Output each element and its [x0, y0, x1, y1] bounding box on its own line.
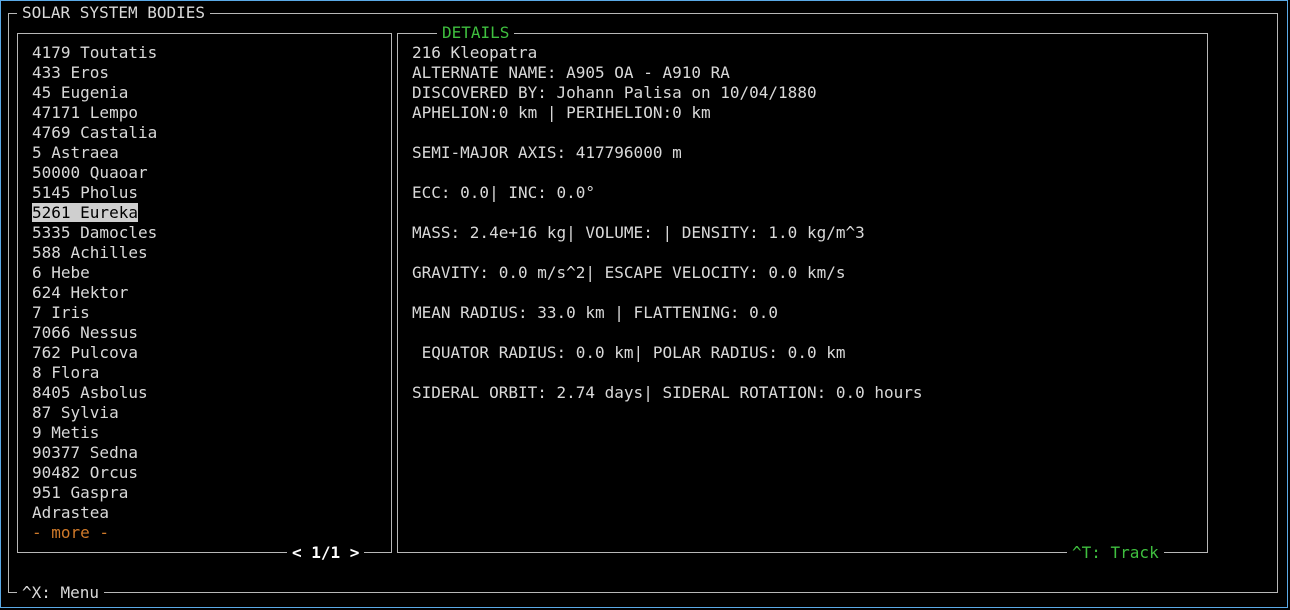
ecc-inc: ECC: 0.0| INC: 0.0° [412, 183, 596, 202]
list-item-label: 87 Sylvia [32, 403, 119, 422]
list-item-label: 90482 Orcus [32, 463, 138, 482]
list-item-label: 5335 Damocles [32, 223, 158, 242]
list-item[interactable]: 8 Flora [32, 363, 157, 383]
list-item[interactable]: 5261 Eureka [32, 203, 157, 223]
mass-volume-density: MASS: 2.4e+16 kg| VOLUME: | DENSITY: 1.0… [412, 223, 865, 242]
list-item-label: 951 Gaspra [32, 483, 129, 502]
list-item[interactable]: 588 Achilles [32, 243, 157, 263]
menu-hint[interactable]: ^X: Menu [17, 583, 105, 603]
list-item[interactable]: 624 Hektor [32, 283, 157, 303]
details-content: 216 Kleopatra ALTERNATE NAME: A905 OA - … [412, 43, 923, 403]
list-item-label: 5 Astraea [32, 143, 119, 162]
list-item-label: 7 Iris [32, 303, 90, 322]
list-item[interactable]: 5145 Pholus [32, 183, 157, 203]
semi-major-axis: SEMI-MAJOR AXIS: 417796000 m [412, 143, 682, 162]
more-indicator[interactable]: - more - [27, 523, 115, 543]
list-item[interactable]: 5 Astraea [32, 143, 157, 163]
list-item-label: 90377 Sedna [32, 443, 138, 462]
list-item[interactable]: 5335 Damocles [32, 223, 157, 243]
list-item[interactable]: 433 Eros [32, 63, 157, 83]
pager[interactable]: < 1/1 > [287, 543, 365, 563]
list-item-label: 433 Eros [32, 63, 110, 82]
alternate-name: ALTERNATE NAME: A905 OA - A910 RA [412, 63, 730, 82]
list-item-label: 7066 Nessus [32, 323, 138, 342]
equator-polar-radius: EQUATOR RADIUS: 0.0 km| POLAR RADIUS: 0.… [412, 343, 846, 362]
bodies-list: 4179 Toutatis 433 Eros 45 Eugenia 47171 Lem… [32, 43, 157, 523]
list-item[interactable]: 87 Sylvia [32, 403, 157, 423]
list-item-label: 8405 Asbolus [32, 383, 148, 402]
list-item[interactable]: 4769 Castalia [32, 123, 157, 143]
list-item-label: 5261 Eureka [32, 203, 138, 222]
list-item-label: 588 Achilles [32, 243, 148, 262]
list-item-label: 762 Pulcova [32, 343, 138, 362]
list-item-label: 4179 Toutatis [32, 43, 158, 62]
list-item-label: 8 Flora [32, 363, 100, 382]
list-item[interactable]: 6 Hebe [32, 263, 157, 283]
list-item[interactable]: 45 Eugenia [32, 83, 157, 103]
list-item[interactable]: 90482 Orcus [32, 463, 157, 483]
gravity-escape-velocity: GRAVITY: 0.0 m/s^2| ESCAPE VELOCITY: 0.0… [412, 263, 846, 282]
sideral-orbit-rotation: SIDERAL ORBIT: 2.74 days| SIDERAL ROTATI… [412, 383, 923, 402]
body-name: 216 Kleopatra [412, 43, 538, 62]
mean-radius-flattening: MEAN RADIUS: 33.0 km | FLATTENING: 0.0 [412, 303, 779, 322]
list-item[interactable]: Adrastea [32, 503, 157, 523]
list-item-label: 6 Hebe [32, 263, 90, 282]
list-item[interactable]: 762 Pulcova [32, 343, 157, 363]
list-item[interactable]: 47171 Lempo [32, 103, 157, 123]
list-item[interactable]: 90377 Sedna [32, 443, 157, 463]
list-item-label: 4769 Castalia [32, 123, 158, 142]
list-item[interactable]: 8405 Asbolus [32, 383, 157, 403]
list-item[interactable]: 50000 Quaoar [32, 163, 157, 183]
list-item-label: 9 Metis [32, 423, 100, 442]
list-item-label: Adrastea [32, 503, 110, 522]
discovered-by: DISCOVERED BY: Johann Palisa on 10/04/18… [412, 83, 817, 102]
list-item-label: 624 Hektor [32, 283, 129, 302]
details-title: DETAILS [437, 23, 515, 43]
list-item[interactable]: 951 Gaspra [32, 483, 157, 503]
track-hint[interactable]: ^T: Track [1067, 543, 1164, 563]
list-item[interactable]: 9 Metis [32, 423, 157, 443]
list-item-label: 5145 Pholus [32, 183, 138, 202]
aphelion-perihelion: APHELION:0 km | PERIHELION:0 km [412, 103, 711, 122]
app-title: SOLAR SYSTEM BODIES [17, 3, 211, 23]
list-item-label: 50000 Quaoar [32, 163, 148, 182]
list-item[interactable]: 7066 Nessus [32, 323, 157, 343]
list-item-label: 47171 Lempo [32, 103, 138, 122]
list-item-label: 45 Eugenia [32, 83, 129, 102]
list-item[interactable]: 4179 Toutatis [32, 43, 157, 63]
list-item[interactable]: 7 Iris [32, 303, 157, 323]
